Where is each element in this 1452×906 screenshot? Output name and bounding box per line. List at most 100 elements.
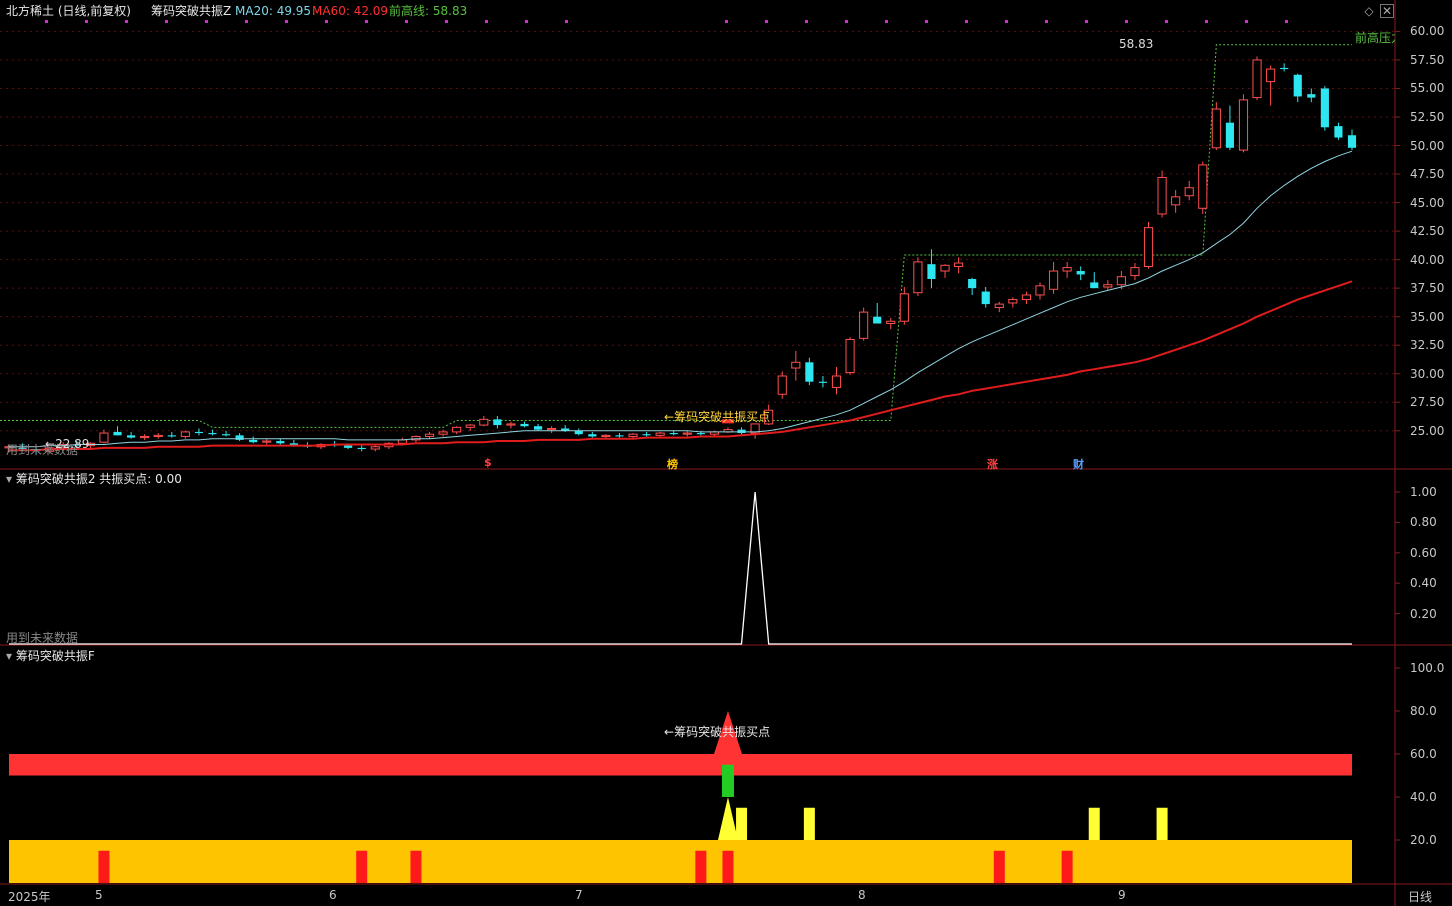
candle-body-down — [357, 447, 366, 450]
panel3-tick-label: 20.0 — [1410, 833, 1437, 847]
candle-body-down — [493, 419, 502, 426]
chart-stage — [0, 0, 1452, 906]
panel2-title-text: 筹码突破共振2 共振买点: 0.00 — [15, 472, 182, 486]
top-dot-marker — [285, 20, 288, 23]
candle-body-up — [1266, 68, 1276, 83]
panel2-tick-label: 0.40 — [1410, 576, 1437, 591]
panel3-tick-label: 80.0 — [1410, 704, 1437, 718]
top-dot-marker — [1285, 20, 1288, 23]
top-dot-marker — [1125, 20, 1128, 23]
candle-body-down — [873, 316, 882, 324]
candle-body-up — [424, 433, 435, 437]
yellow-signal-bar — [803, 807, 815, 840]
candle-body-up — [1103, 284, 1113, 288]
ma60-line — [9, 280, 1353, 452]
low-value-text: 22.89 — [55, 437, 90, 451]
candle-body-up — [601, 434, 611, 437]
yellow-triangle — [717, 797, 738, 840]
top-dot-marker — [365, 20, 368, 23]
candle-body-up — [479, 418, 489, 426]
green-signal-bar — [721, 764, 734, 797]
diamond-icon[interactable]: ◇ — [1362, 4, 1376, 18]
candle-body-up — [791, 361, 801, 369]
candle-body-up — [1171, 196, 1181, 206]
candle-body-up — [140, 435, 150, 439]
event-marker-finance[interactable]: 财 — [1073, 456, 1084, 472]
candle-body-down — [1334, 126, 1343, 138]
future-note-panel2: 用到未来数据 — [6, 631, 79, 645]
event-marker-dollar[interactable]: $ — [484, 456, 492, 469]
candle-body-up — [682, 432, 692, 435]
ma60-readout: MA60: 42.09 — [312, 4, 389, 18]
candle-body-down — [208, 433, 217, 435]
price-tick-label: 50.00 — [1410, 138, 1445, 153]
price-tick-label: 60.00 — [1410, 24, 1445, 39]
candle-body-up — [452, 426, 462, 433]
candle-body-up — [1116, 276, 1126, 286]
candle-body-up — [899, 293, 909, 322]
price-tick-label: 27.50 — [1410, 395, 1445, 410]
top-dot-marker — [45, 20, 48, 23]
event-marker-rank[interactable]: 榜 — [667, 456, 678, 472]
candle-body-up — [859, 311, 869, 339]
top-dot-marker — [965, 20, 968, 23]
top-dot-marker — [1085, 20, 1088, 23]
prev-high-tag: 前高压力 — [1355, 31, 1395, 45]
price-tick-label: 37.50 — [1410, 281, 1445, 296]
candle-body-down — [249, 439, 258, 443]
candle-body-up — [1238, 99, 1249, 151]
candle-body-up — [1035, 285, 1045, 296]
candle-body-down — [737, 429, 746, 434]
candle-body-down — [615, 435, 624, 437]
price-tick-label: 52.50 — [1410, 109, 1445, 124]
candle-body-up — [1184, 187, 1194, 197]
close-icon[interactable]: ✕ — [1380, 4, 1394, 18]
candle-body-up — [180, 431, 190, 437]
buy-point-label-main: ←筹码突破共振买点 — [664, 410, 771, 424]
panel2-collapse-icon[interactable]: ▾ — [6, 472, 16, 486]
month-label-5: 5 — [95, 888, 103, 902]
event-marker-rise[interactable]: 涨 — [987, 456, 998, 472]
red-signal-bar — [993, 850, 1005, 883]
period-label[interactable]: 日线 — [1408, 888, 1432, 905]
candle-body-up — [262, 440, 272, 443]
red-signal-bar — [722, 850, 734, 883]
candle-body-up — [1021, 294, 1031, 301]
price-tick-label: 32.50 — [1410, 338, 1445, 353]
candle-body-down — [194, 431, 203, 434]
top-dot-marker — [725, 20, 728, 23]
candle-body-down — [1225, 122, 1234, 148]
signal-line — [9, 491, 1352, 645]
panel3-tick-label: 60.0 — [1410, 747, 1437, 761]
candle-body-up — [954, 262, 964, 267]
ma20-readout: MA20: 49.95 — [235, 4, 312, 18]
candle-body-up — [99, 432, 109, 443]
top-dot-marker — [885, 20, 888, 23]
buy-point-label-panel3: ←筹码突破共振买点 — [664, 725, 771, 739]
indicator-title: 筹码突破共振Z — [151, 4, 232, 18]
panel2-tick-label: 1.00 — [1410, 485, 1437, 499]
candle-body-down — [669, 433, 678, 435]
yellow-signal-bar — [1156, 807, 1168, 840]
candle-body-down — [221, 434, 231, 436]
top-dot-marker — [485, 20, 488, 23]
candle-body-up — [397, 439, 407, 444]
candle-body-up — [886, 320, 896, 325]
candle-body-down — [127, 435, 136, 438]
price-tick-label: 57.50 — [1410, 52, 1445, 67]
top-dot-marker — [165, 20, 168, 23]
top-dot-marker — [325, 20, 328, 23]
panel2-tick-label: 0.60 — [1410, 545, 1437, 560]
top-dot-marker — [805, 20, 808, 23]
month-label-8: 8 — [858, 888, 866, 902]
candle-body-down — [167, 435, 176, 437]
candle-body-up — [1198, 164, 1208, 209]
stock-title: 北方稀土 (日线,前复权) — [6, 4, 131, 18]
candle-body-down — [1320, 88, 1329, 128]
yellow-signal-bar — [1088, 807, 1100, 840]
panel3-collapse-icon[interactable]: ▾ — [6, 649, 16, 663]
red-signal-bar — [695, 850, 707, 883]
top-dot-marker — [245, 20, 248, 23]
panel2-title: ▾ 筹码突破共振2 共振买点: 0.00 — [6, 472, 182, 486]
candle-body-up — [506, 423, 516, 426]
